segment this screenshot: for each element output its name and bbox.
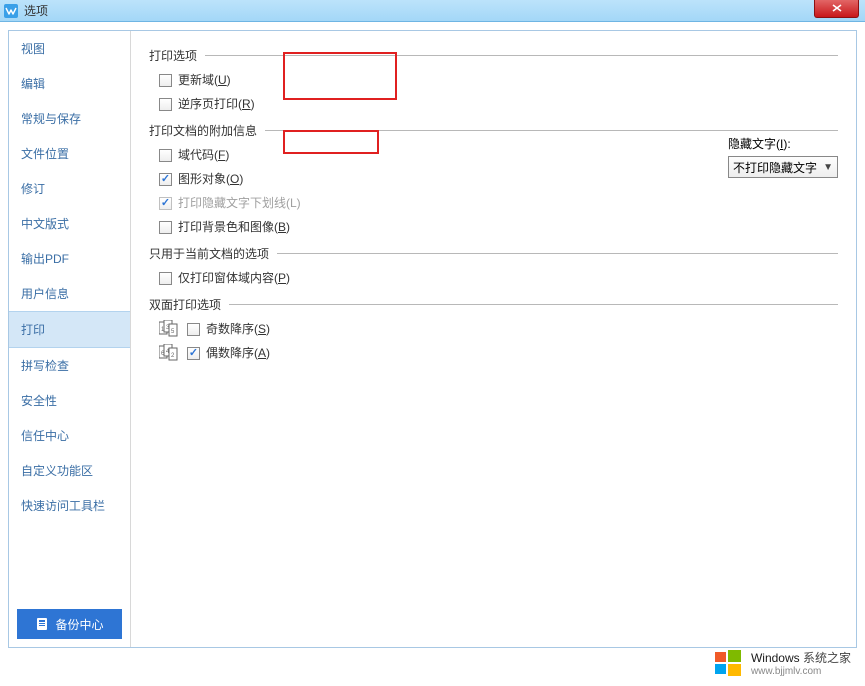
backup-center-button[interactable]: 备份中心 bbox=[17, 609, 122, 639]
checkbox-background[interactable] bbox=[159, 221, 172, 234]
sidebar-item-general-save[interactable]: 常规与保存 bbox=[9, 101, 130, 136]
hidden-text-label: 隐藏文字(I): bbox=[728, 135, 838, 152]
option-form-fields[interactable]: 仅打印窗体域内容(P) bbox=[149, 266, 838, 290]
sidebar-list: 视图 编辑 常规与保存 文件位置 修订 中文版式 输出PDF 用户信息 打印 拼… bbox=[9, 31, 130, 601]
sidebar-item-chinese-layout[interactable]: 中文版式 bbox=[9, 206, 130, 241]
checkbox-odd-desc[interactable] bbox=[187, 323, 200, 336]
option-odd-desc[interactable]: 1 3 5 奇数降序(S) bbox=[149, 317, 838, 341]
checkbox-drawing-objects[interactable] bbox=[159, 173, 172, 186]
close-button[interactable] bbox=[814, 0, 859, 18]
watermark: Windows 系统之家 www.bjjmlv.com bbox=[713, 648, 851, 678]
sidebar-item-user-info[interactable]: 用户信息 bbox=[9, 276, 130, 311]
section-current-doc-title: 只用于当前文档的选项 bbox=[149, 245, 838, 262]
titlebar: 选项 bbox=[0, 0, 865, 22]
checkbox-update-fields[interactable] bbox=[159, 74, 172, 87]
even-pages-icon: 6 4 2 bbox=[159, 344, 181, 362]
main-panel: 打印选项 更新域(U) 逆序页打印(R) 打印文档的附加信息 域代码(F) 图形… bbox=[131, 31, 856, 647]
checkbox-even-desc[interactable] bbox=[187, 347, 200, 360]
sidebar-item-quick-access[interactable]: 快速访问工具栏 bbox=[9, 488, 130, 523]
sidebar-item-revision[interactable]: 修订 bbox=[9, 171, 130, 206]
dialog-title: 选项 bbox=[24, 2, 48, 19]
sidebar: 视图 编辑 常规与保存 文件位置 修订 中文版式 输出PDF 用户信息 打印 拼… bbox=[9, 31, 131, 647]
sidebar-item-output-pdf[interactable]: 输出PDF bbox=[9, 241, 130, 276]
sidebar-item-customize-ribbon[interactable]: 自定义功能区 bbox=[9, 453, 130, 488]
section-duplex-title: 双面打印选项 bbox=[149, 296, 838, 313]
sidebar-item-print[interactable]: 打印 bbox=[9, 311, 130, 348]
checkbox-form-fields[interactable] bbox=[159, 272, 172, 285]
backup-label: 备份中心 bbox=[55, 616, 103, 633]
sidebar-item-file-location[interactable]: 文件位置 bbox=[9, 136, 130, 171]
sidebar-item-trust-center[interactable]: 信任中心 bbox=[9, 418, 130, 453]
chevron-down-icon: ▼ bbox=[823, 162, 833, 173]
sidebar-item-edit[interactable]: 编辑 bbox=[9, 66, 130, 101]
windows-logo-icon bbox=[713, 648, 743, 678]
hidden-text-block: 隐藏文字(I): 不打印隐藏文字 ▼ bbox=[728, 135, 838, 178]
sidebar-item-spelling[interactable]: 拼写检查 bbox=[9, 348, 130, 383]
section-print-options-title: 打印选项 bbox=[149, 47, 838, 64]
option-update-fields[interactable]: 更新域(U) bbox=[149, 68, 838, 92]
checkbox-field-codes[interactable] bbox=[159, 149, 172, 162]
option-hidden-underline: 打印隐藏文字下划线(L) bbox=[149, 191, 838, 215]
close-icon bbox=[832, 4, 842, 12]
sidebar-item-view[interactable]: 视图 bbox=[9, 31, 130, 66]
hidden-text-select[interactable]: 不打印隐藏文字 ▼ bbox=[728, 156, 838, 178]
option-reverse-order[interactable]: 逆序页打印(R) bbox=[149, 92, 838, 116]
odd-pages-icon: 1 3 5 bbox=[159, 320, 181, 338]
backup-icon bbox=[35, 617, 49, 631]
checkbox-hidden-underline bbox=[159, 197, 172, 210]
hidden-text-value: 不打印隐藏文字 bbox=[733, 159, 817, 176]
checkbox-reverse-order[interactable] bbox=[159, 98, 172, 111]
option-background[interactable]: 打印背景色和图像(B) bbox=[149, 215, 838, 239]
dialog-body: 视图 编辑 常规与保存 文件位置 修订 中文版式 输出PDF 用户信息 打印 拼… bbox=[8, 30, 857, 648]
sidebar-item-security[interactable]: 安全性 bbox=[9, 383, 130, 418]
option-even-desc[interactable]: 6 4 2 偶数降序(A) bbox=[149, 341, 838, 365]
app-icon bbox=[4, 4, 18, 18]
